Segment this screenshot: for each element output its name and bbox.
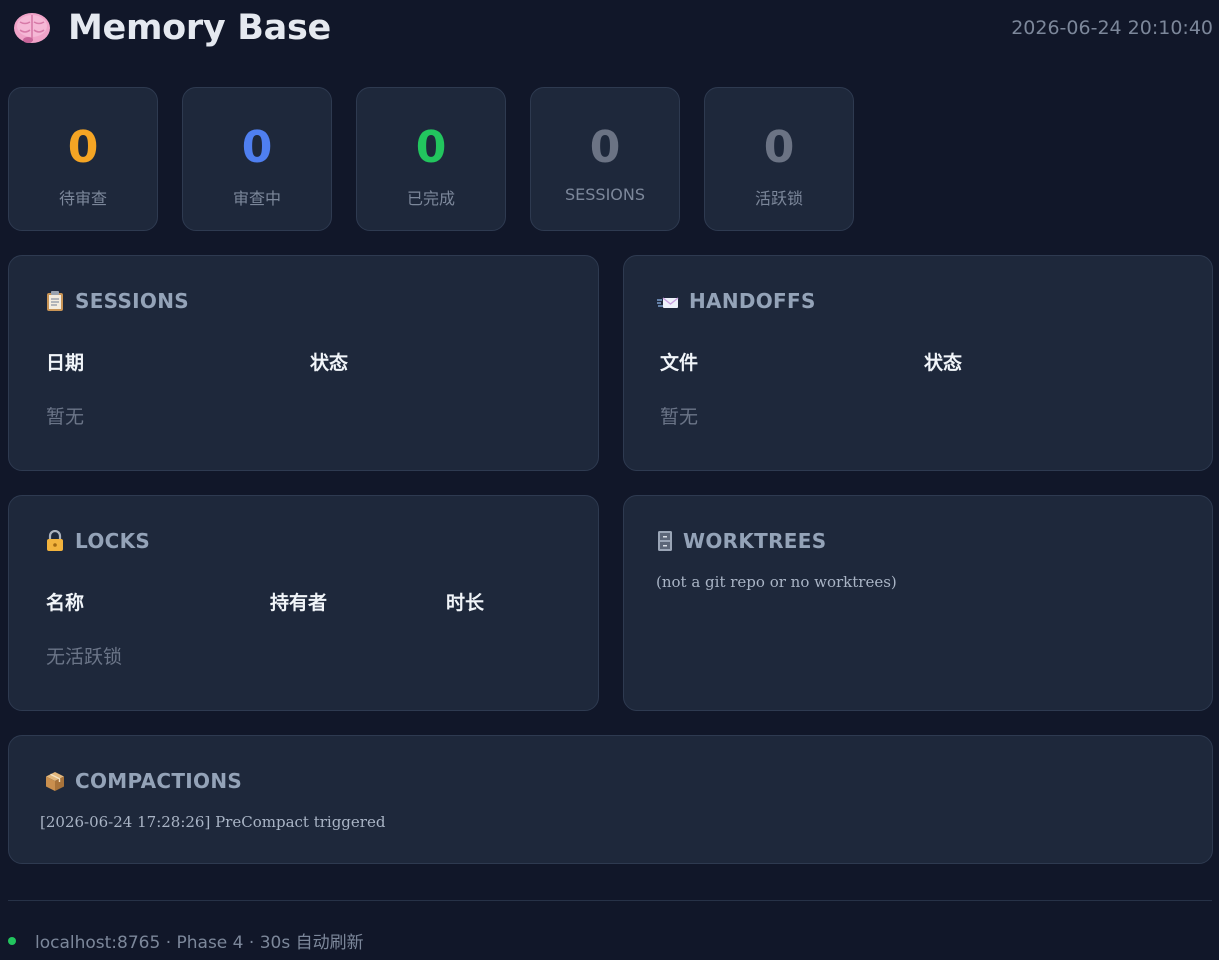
column-header-name: 名称 — [46, 592, 85, 614]
compaction-log-entry: [2026-06-24 17:28:26] PreCompact trigger… — [40, 813, 386, 831]
compactions-panel: COMPACTIONS [2026-06-24 17:28:26] PreCom… — [8, 735, 1213, 864]
sessions-title-text: SESSIONS — [75, 289, 189, 313]
clipboard-icon — [47, 291, 63, 311]
handoffs-panel-title: HANDOFFS — [657, 289, 816, 313]
worktrees-panel: WORKTREES (not a git repo or no worktree… — [623, 495, 1213, 711]
stat-card-completed: 0 已完成 — [356, 87, 506, 231]
stat-card-active-locks: 0 活跃锁 — [704, 87, 854, 231]
locks-panel-title: LOCKS — [45, 529, 150, 553]
stat-label: 审查中 — [232, 189, 281, 208]
handoffs-title-text: HANDOFFS — [689, 289, 816, 313]
column-header-holder: 持有者 — [270, 592, 328, 614]
sessions-empty-message: 暂无 — [46, 406, 85, 428]
locks-title-text: LOCKS — [75, 529, 151, 553]
column-header-file: 文件 — [660, 352, 699, 374]
locks-empty-message: 无活跃锁 — [46, 646, 123, 668]
column-header-date: 日期 — [46, 352, 85, 374]
footer-text: localhost:8765 · Phase 4 · 30s 自动刷新 — [35, 933, 364, 953]
page-title: Memory Base — [68, 8, 331, 48]
stat-value: 0 — [67, 122, 99, 173]
incoming-envelope-icon — [657, 297, 679, 308]
stat-label: SESSIONS — [564, 185, 645, 204]
locks-panel: LOCKS 名称 持有者 时长 无活跃锁 — [8, 495, 599, 711]
footer: localhost:8765 · Phase 4 · 30s 自动刷新 — [8, 928, 364, 953]
status-dot-icon — [8, 936, 16, 945]
worktrees-message: (not a git repo or no worktrees) — [656, 573, 897, 591]
column-header-status: 状态 — [924, 352, 963, 374]
file-cabinet-icon — [658, 531, 672, 551]
sessions-panel: SESSIONS 日期 状态 暂无 — [8, 255, 599, 471]
stat-card-in-review: 0 审查中 — [182, 87, 332, 231]
lock-icon — [47, 530, 63, 551]
sessions-panel-title: SESSIONS — [45, 289, 189, 313]
compactions-panel-title: COMPACTIONS — [45, 769, 242, 793]
package-icon — [46, 772, 64, 791]
stat-value: 0 — [763, 122, 795, 173]
column-header-duration: 时长 — [446, 592, 485, 614]
stat-label: 待审查 — [58, 189, 107, 208]
worktrees-panel-title: WORKTREES — [657, 529, 826, 553]
handoffs-panel: HANDOFFS 文件 状态 暂无 — [623, 255, 1213, 471]
page-header: Memory Base 2026-06-24 20:10:40 — [0, 0, 1219, 60]
stat-value: 0 — [589, 122, 621, 173]
stat-value: 0 — [241, 122, 273, 173]
stat-card-pending-review: 0 待审查 — [8, 87, 158, 231]
handoffs-empty-message: 暂无 — [660, 406, 699, 428]
stat-card-sessions: 0 SESSIONS — [530, 87, 680, 231]
column-header-status: 状态 — [310, 352, 349, 374]
compactions-title-text: COMPACTIONS — [75, 769, 243, 793]
stat-label: 活跃锁 — [754, 189, 803, 208]
brain-icon — [14, 13, 50, 43]
footer-divider — [8, 900, 1212, 901]
stat-label: 已完成 — [406, 189, 455, 208]
worktrees-title-text: WORKTREES — [683, 529, 827, 553]
last-updated-timestamp: 2026-06-24 20:10:40 — [1011, 17, 1213, 39]
stat-value: 0 — [415, 122, 447, 173]
